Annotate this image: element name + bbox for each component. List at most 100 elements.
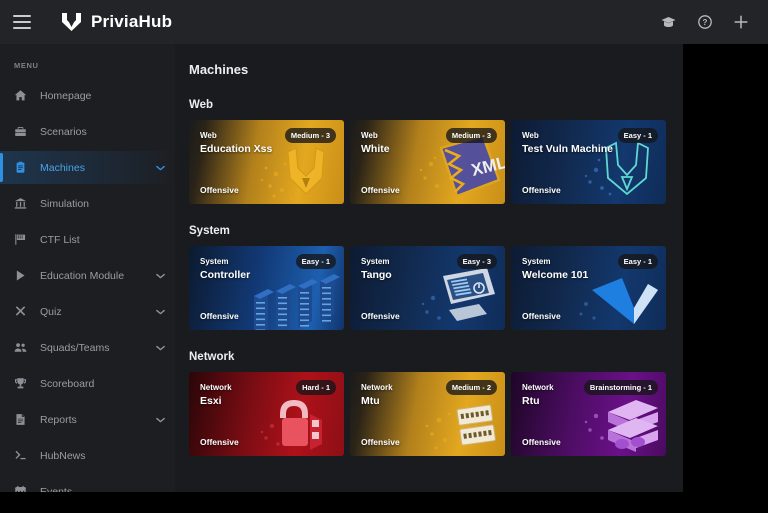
hamburger-line <box>13 15 31 17</box>
card-type-label: Offensive <box>522 437 561 447</box>
sidebar-item-label: Simulation <box>40 197 90 210</box>
sidebar-item-label: Education Module <box>40 269 125 282</box>
card-row: Network Esxi Hard - 1 Offensive Network Mtu Me… <box>189 372 683 456</box>
puzzle-icon <box>14 305 31 318</box>
card-type-label: Offensive <box>522 185 561 195</box>
sidebar-item-label: Events <box>40 485 73 493</box>
section-title-system: System <box>189 225 230 237</box>
sidebar-item-machines[interactable]: Machines <box>0 151 175 184</box>
sidebar-item-label: Machines <box>40 161 85 174</box>
card-row: Web Education Xss Medium - 3 Offensive XML We… <box>189 120 683 204</box>
machine-card[interactable]: Web Test Vuln Machine Easy - 1 Offensive <box>511 120 666 204</box>
chevron-down-icon[interactable] <box>156 165 165 171</box>
sidebar-item-homepage[interactable]: Homepage <box>0 79 175 112</box>
card-title: White <box>361 143 390 155</box>
card-difficulty-badge: Medium - 2 <box>445 380 497 395</box>
card-category: Network <box>361 383 393 392</box>
sidebar: MENU Homepage Scenarios Machines Simulation… <box>0 44 175 492</box>
briefcase-icon <box>14 125 31 138</box>
card-title: Test Vuln Machine <box>522 143 614 155</box>
sidebar-item-squads-teams[interactable]: Squads/Teams <box>0 331 175 364</box>
hamburger-line <box>13 21 31 23</box>
card-difficulty-badge: Hard - 1 <box>296 380 336 395</box>
sidebar-item-label: Quiz <box>40 305 62 318</box>
card-type-label: Offensive <box>200 185 239 195</box>
sidebar-item-label: CTF List <box>40 233 80 246</box>
help-icon[interactable]: ? <box>698 15 712 29</box>
top-bar-actions: ? <box>661 15 748 29</box>
plus-icon[interactable] <box>734 15 748 29</box>
sidebar-item-education-module[interactable]: Education Module <box>0 259 175 292</box>
hamburger-line <box>13 27 31 29</box>
card-category: Network <box>522 383 554 392</box>
card-title: Controller <box>200 269 251 281</box>
sidebar-section-label-menu: MENU <box>14 61 39 70</box>
machine-card[interactable]: Network Esxi Hard - 1 Offensive <box>189 372 344 456</box>
card-title: Rtu <box>522 395 540 407</box>
machine-card[interactable]: System Tango Easy - 3 Offensive <box>350 246 505 330</box>
machine-card[interactable]: System Controller Easy - 1 Offensive <box>189 246 344 330</box>
sidebar-item-reports[interactable]: Reports <box>0 403 175 436</box>
card-type-label: Offensive <box>200 311 239 321</box>
sidebar-item-label: HubNews <box>40 449 86 462</box>
chevron-down-icon[interactable] <box>156 309 165 315</box>
card-title: Welcome 101 <box>522 269 589 281</box>
sidebar-item-label: Squads/Teams <box>40 341 110 354</box>
machine-card[interactable]: XML Web White Medium - 3 Offensive <box>350 120 505 204</box>
card-type-label: Offensive <box>361 185 400 195</box>
sidebar-item-events[interactable]: Events <box>0 475 175 492</box>
main-content: Machines Web Web Education Xss Medium - 3 Of… <box>175 44 683 492</box>
clipboard-icon <box>14 161 31 174</box>
card-title: Education Xss <box>200 143 273 155</box>
terminal-icon <box>14 449 31 462</box>
sidebar-nav-list: Homepage Scenarios Machines Simulation CTF L… <box>0 79 175 492</box>
card-category: Web <box>522 131 539 140</box>
card-type-label: Offensive <box>361 311 400 321</box>
trophy-icon <box>14 377 31 390</box>
card-category: System <box>200 257 229 266</box>
home-icon <box>14 89 31 102</box>
brand-name: PriviaHub <box>91 12 173 31</box>
svg-text:?: ? <box>703 18 708 27</box>
sidebar-item-label: Homepage <box>40 89 92 102</box>
sidebar-item-quiz[interactable]: Quiz <box>0 295 175 328</box>
page-title: Machines <box>189 62 249 77</box>
sidebar-item-simulation[interactable]: Simulation <box>0 187 175 220</box>
card-difficulty-badge: Easy - 1 <box>617 254 658 269</box>
sidebar-item-hubnews[interactable]: HubNews <box>0 439 175 472</box>
sidebar-item-scenarios[interactable]: Scenarios <box>0 115 175 148</box>
card-difficulty-badge: Medium - 3 <box>445 128 497 143</box>
brand-logo-link[interactable]: PriviaHub <box>60 11 172 33</box>
flag-icon <box>14 233 31 246</box>
graduation-cap-icon[interactable] <box>661 16 676 29</box>
card-title: Mtu <box>361 395 380 407</box>
machine-card[interactable]: Network Rtu Brainstorming - 1 Offensive <box>511 372 666 456</box>
section-title-network: Network <box>189 351 235 363</box>
chevron-down-icon[interactable] <box>156 417 165 423</box>
card-type-label: Offensive <box>200 437 239 447</box>
card-category: System <box>522 257 551 266</box>
sidebar-item-label: Reports <box>40 413 77 426</box>
machine-card[interactable]: System Welcome 101 Easy - 1 Offensive <box>511 246 666 330</box>
machine-card[interactable]: Web Education Xss Medium - 3 Offensive <box>189 120 344 204</box>
section-title-web: Web <box>189 99 214 111</box>
bank-icon <box>14 197 31 210</box>
sidebar-item-label: Scenarios <box>40 125 87 138</box>
card-difficulty-badge: Medium - 3 <box>284 128 336 143</box>
play-icon <box>14 269 31 282</box>
menu-toggle-button[interactable] <box>13 15 31 29</box>
sidebar-item-label: Scoreboard <box>40 377 95 390</box>
sidebar-item-ctf-list[interactable]: CTF List <box>0 223 175 256</box>
machine-card[interactable]: Network Mtu Medium - 2 Offensive <box>350 372 505 456</box>
card-type-label: Offensive <box>522 311 561 321</box>
app-window: PriviaHub ? MENU Homepage Scenarios Machin… <box>0 0 768 513</box>
chevron-down-icon[interactable] <box>156 345 165 351</box>
top-bar: PriviaHub ? <box>0 0 768 44</box>
chevron-down-icon[interactable] <box>156 273 165 279</box>
card-difficulty-badge: Easy - 3 <box>456 254 497 269</box>
card-category: Network <box>200 383 232 392</box>
card-category: Web <box>200 131 217 140</box>
sidebar-item-scoreboard[interactable]: Scoreboard <box>0 367 175 400</box>
card-difficulty-badge: Brainstorming - 1 <box>583 380 658 395</box>
card-type-label: Offensive <box>361 437 400 447</box>
